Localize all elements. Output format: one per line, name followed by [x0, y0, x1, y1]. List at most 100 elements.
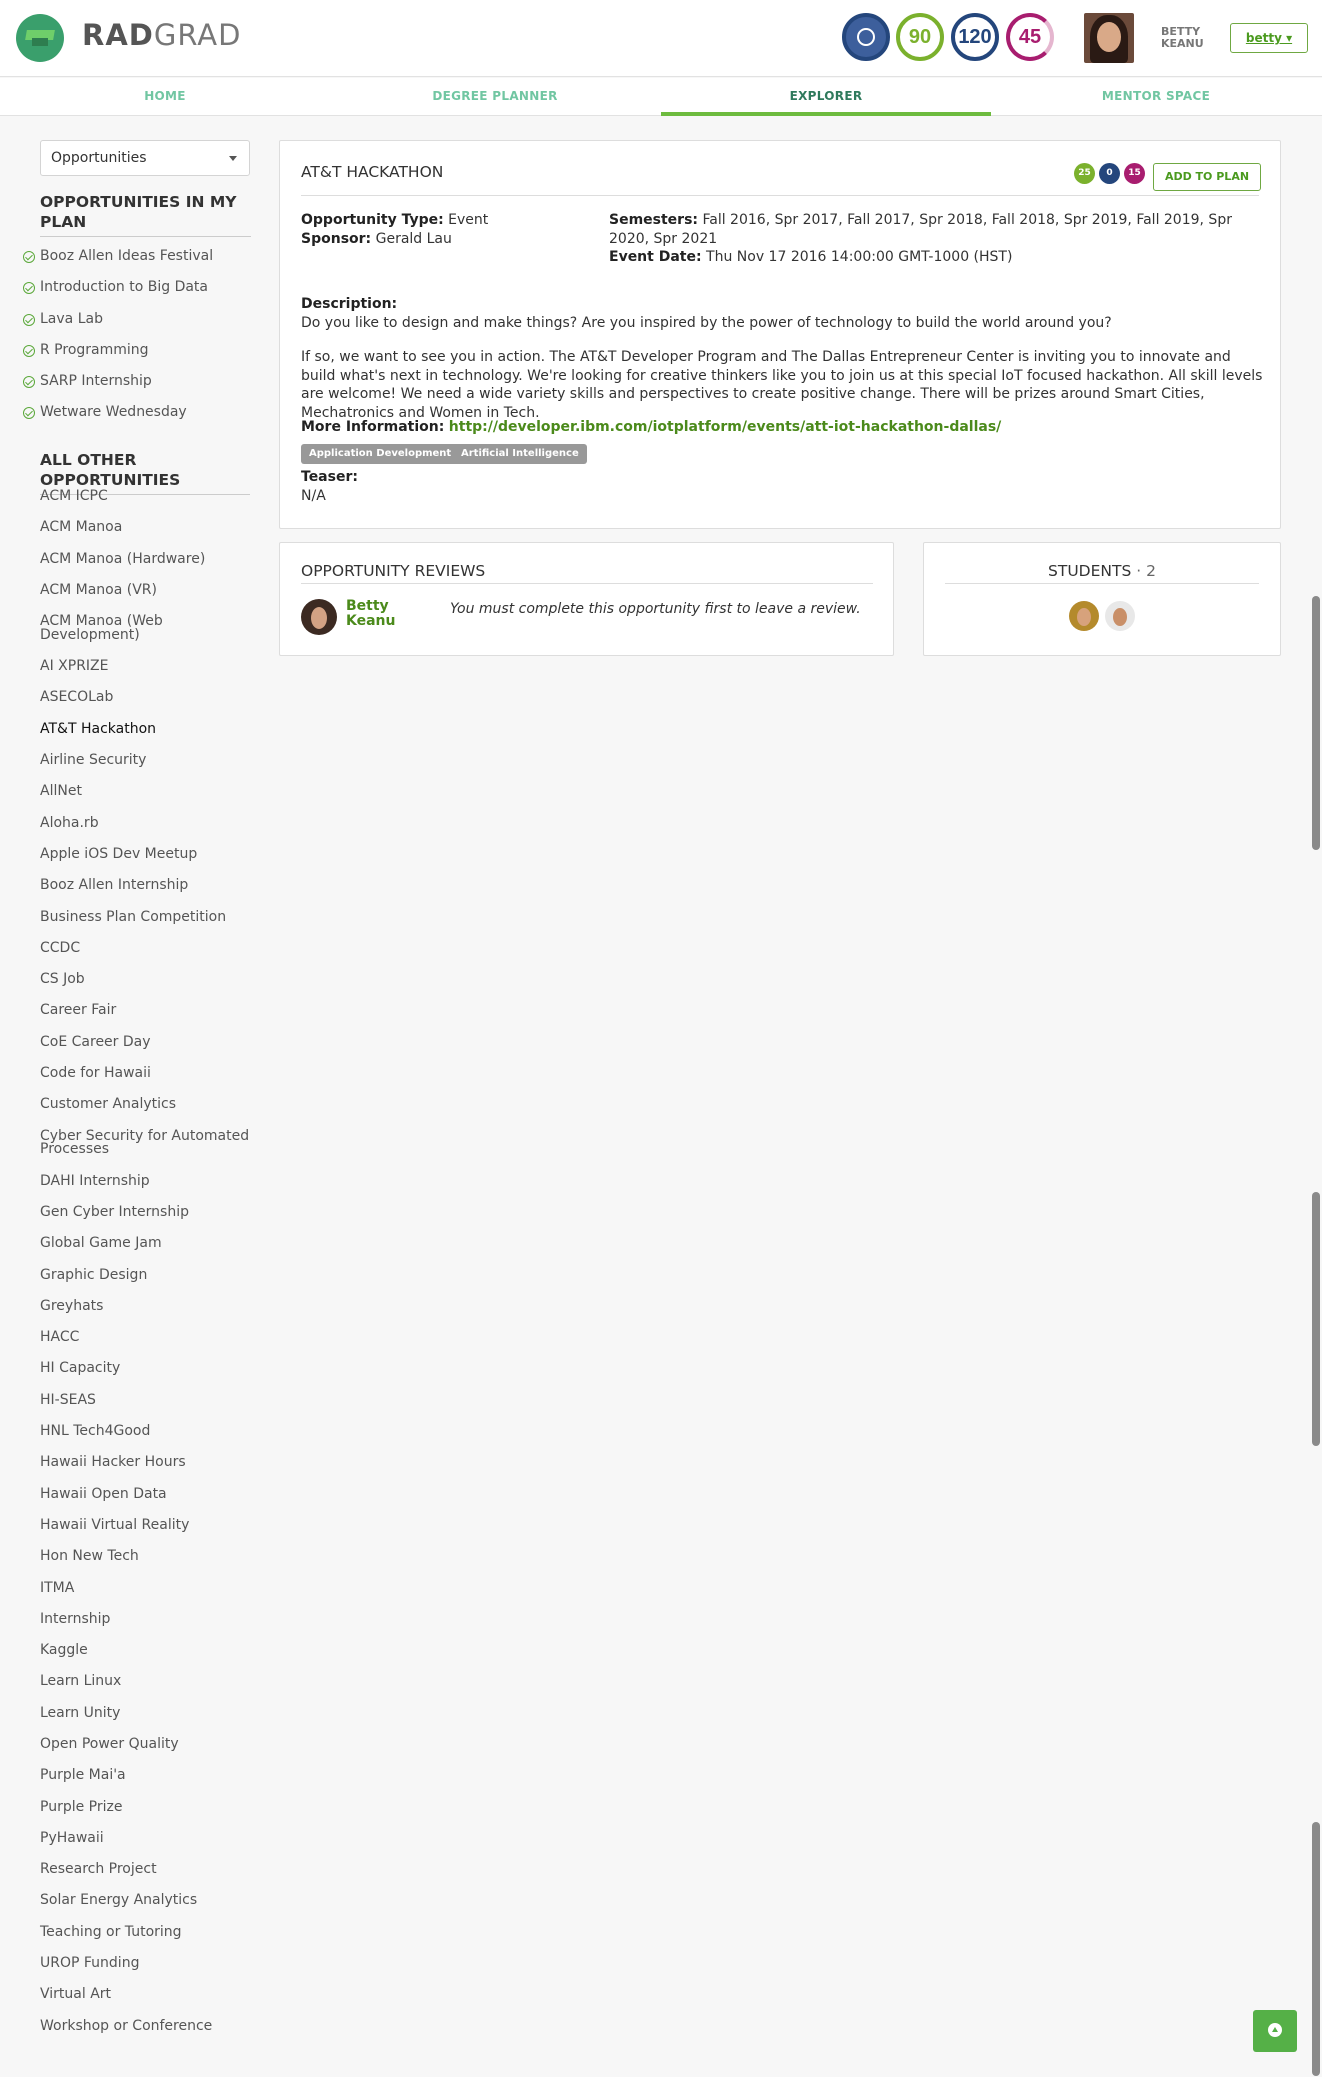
opportunity-list-item[interactable]: PyHawaii	[40, 1831, 251, 1863]
check-circle-icon	[23, 407, 35, 420]
opportunity-list-item[interactable]: HNL Tech4Good	[40, 1424, 251, 1456]
tab-mentor-space[interactable]: MENTOR SPACE	[991, 78, 1321, 116]
caret-down-icon	[229, 156, 237, 161]
opportunity-list-item[interactable]: ACM ICPC	[40, 489, 251, 521]
opportunity-list-item[interactable]: Code for Hawaii	[40, 1066, 251, 1098]
opportunity-list-item[interactable]: DAHI Internship	[40, 1174, 251, 1206]
interest-tag[interactable]: Application Development	[301, 444, 460, 464]
radgrad-logo-icon[interactable]	[16, 14, 64, 62]
opportunity-list-item[interactable]: Aloha.rb	[40, 816, 251, 848]
arrow-up-icon	[1268, 2023, 1282, 2037]
opportunity-list-item[interactable]: ACM Manoa (Web Development)	[40, 614, 251, 660]
opportunity-list-item[interactable]: Apple iOS Dev Meetup	[40, 847, 251, 879]
scrollbar-thumb[interactable]	[1312, 596, 1320, 850]
opportunity-list-item[interactable]: Kaggle	[40, 1643, 251, 1675]
plan-item[interactable]: Introduction to Big Data	[23, 278, 251, 309]
plan-item[interactable]: R Programming	[23, 341, 251, 372]
plan-item-label: SARP Internship	[40, 373, 152, 390]
opportunity-list-item[interactable]: Graphic Design	[40, 1267, 251, 1300]
sidebar: Opportunities OPPORTUNITIES IN MY PLAN B…	[23, 140, 251, 2033]
plan-item-label: Introduction to Big Data	[40, 279, 208, 296]
opportunity-list-item[interactable]: Cyber Security for Automated Processes	[40, 1129, 251, 1175]
opportunity-list-item[interactable]: HI-SEAS	[40, 1393, 251, 1425]
reviews-card: OPPORTUNITY REVIEWS Betty Keanu You must…	[279, 542, 894, 656]
review-message: You must complete this opportunity first…	[450, 601, 861, 617]
tab-degree-planner[interactable]: DEGREE PLANNER	[330, 78, 660, 116]
interest-tag[interactable]: Artificial Intelligence	[453, 444, 587, 464]
user-menu-button[interactable]: betty ▾	[1230, 23, 1308, 53]
opportunity-list-item[interactable]: Learn Unity	[40, 1706, 251, 1738]
opportunity-list-item[interactable]: AI XPRIZE	[40, 659, 251, 691]
opportunity-list-item[interactable]: Gen Cyber Internship	[40, 1205, 251, 1237]
opportunity-list-item[interactable]: CS Job	[40, 972, 251, 1004]
opportunity-list-item[interactable]: Hon New Tech	[40, 1549, 251, 1581]
opportunity-list-item[interactable]: ITMA	[40, 1580, 251, 1613]
more-info-link[interactable]: http://developer.ibm.com/iotplatform/eve…	[449, 419, 1002, 435]
opportunity-list-item[interactable]: Learn Linux	[40, 1674, 251, 1706]
opportunity-list-item[interactable]: CCDC	[40, 941, 251, 973]
opportunity-list-item[interactable]: Booz Allen Internship	[40, 878, 251, 910]
tab-home[interactable]: HOME	[0, 78, 330, 116]
opportunity-list-item[interactable]: Research Project	[40, 1862, 251, 1894]
opportunity-list-item[interactable]: HI Capacity	[40, 1361, 251, 1393]
opportunity-list-item[interactable]: Hawaii Virtual Reality	[40, 1518, 251, 1550]
reviews-heading: OPPORTUNITY REVIEWS	[301, 562, 486, 580]
opportunity-list-item[interactable]: ACM Manoa	[40, 520, 251, 552]
opportunity-list-item[interactable]: Greyhats	[40, 1299, 251, 1331]
plan-item[interactable]: SARP Internship	[23, 372, 251, 403]
student-avatar[interactable]	[1105, 601, 1135, 631]
main-nav: HOME DEGREE PLANNER EXPLORER MENTOR SPAC…	[0, 78, 1322, 116]
explorer-type-dropdown[interactable]: Opportunities	[40, 140, 250, 176]
opportunity-list-item[interactable]: HACC	[40, 1330, 251, 1362]
plan-heading: OPPORTUNITIES IN MY PLAN	[40, 192, 251, 237]
divider	[301, 583, 873, 584]
opportunity-list-item[interactable]: Hawaii Open Data	[40, 1487, 251, 1519]
opportunity-list-item[interactable]: Open Power Quality	[40, 1737, 251, 1769]
opportunity-list-item[interactable]: CoE Career Day	[40, 1035, 251, 1067]
plan-item[interactable]: Lava Lab	[23, 310, 251, 341]
plan-item[interactable]: Booz Allen Ideas Festival	[23, 247, 251, 278]
opportunity-list-item[interactable]: ACM Manoa (Hardware)	[40, 552, 251, 584]
opportunity-list-item[interactable]: Virtual Art	[40, 1987, 251, 2019]
level-badge-icon[interactable]	[842, 13, 890, 61]
ice-experience-score[interactable]: 45	[1006, 13, 1054, 61]
opportunity-list-item[interactable]: Global Game Jam	[40, 1236, 251, 1268]
opportunity-list-item[interactable]: Hawaii Hacker Hours	[40, 1455, 251, 1487]
student-avatar[interactable]	[1069, 601, 1099, 631]
ice-c-badge: 0	[1099, 163, 1120, 184]
opportunity-list-item[interactable]: UROP Funding	[40, 1956, 251, 1988]
add-to-plan-button[interactable]: ADD TO PLAN	[1153, 163, 1261, 191]
opportunity-list-item[interactable]: Teaching or Tutoring	[40, 1925, 251, 1957]
opportunity-list-item[interactable]: Customer Analytics	[40, 1097, 251, 1129]
opportunity-list-item[interactable]: Airline Security	[40, 753, 251, 785]
opportunity-list-item[interactable]: Purple Prize	[40, 1800, 251, 1832]
check-circle-icon	[23, 313, 35, 326]
ice-competency-score[interactable]: 120	[951, 13, 999, 61]
opportunity-semesters: Semesters: Fall 2016, Spr 2017, Fall 201…	[609, 212, 1232, 265]
scrollbar-thumb[interactable]	[1312, 1192, 1320, 1446]
opportunity-list-item[interactable]: Career Fair	[40, 1003, 251, 1035]
opportunity-list-item[interactable]: Solar Energy Analytics	[40, 1893, 251, 1925]
opportunity-description-p2: If so, we want to see you in action. The…	[301, 349, 1263, 421]
opportunity-list-item[interactable]: Purple Mai'a	[40, 1768, 251, 1800]
opportunity-list-item[interactable]: AT&T Hackathon	[40, 722, 251, 754]
scrollbar-thumb[interactable]	[1312, 1822, 1320, 2076]
scrollbar[interactable]	[1310, 0, 1322, 2077]
opportunity-list-item[interactable]: AllNet	[40, 784, 251, 816]
ice-innovation-score[interactable]: 90	[896, 13, 944, 61]
user-avatar[interactable]	[1084, 13, 1134, 63]
opportunity-list-item[interactable]: ASECOLab	[40, 690, 251, 722]
reviewer-name[interactable]: Betty Keanu	[346, 599, 416, 629]
plan-item-label: R Programming	[40, 341, 149, 358]
back-to-top-button[interactable]	[1253, 2010, 1297, 2052]
brand-name[interactable]: RADGRAD	[82, 18, 241, 52]
opportunity-list-item[interactable]: Business Plan Competition	[40, 909, 251, 942]
ice-e-badge: 15	[1124, 163, 1145, 184]
opportunity-list-item[interactable]: Internship	[40, 1612, 251, 1644]
tab-explorer[interactable]: EXPLORER	[661, 78, 991, 116]
plan-item[interactable]: Wetware Wednesday	[23, 403, 251, 434]
opportunity-list-item[interactable]: ACM Manoa (VR)	[40, 583, 251, 615]
opportunity-list-item[interactable]: Workshop or Conference	[40, 2019, 251, 2051]
more-information: More Information: http://developer.ibm.c…	[301, 419, 1002, 435]
top-header: RADGRAD 90 120 45 BETTY KEANU betty ▾	[0, 0, 1322, 77]
